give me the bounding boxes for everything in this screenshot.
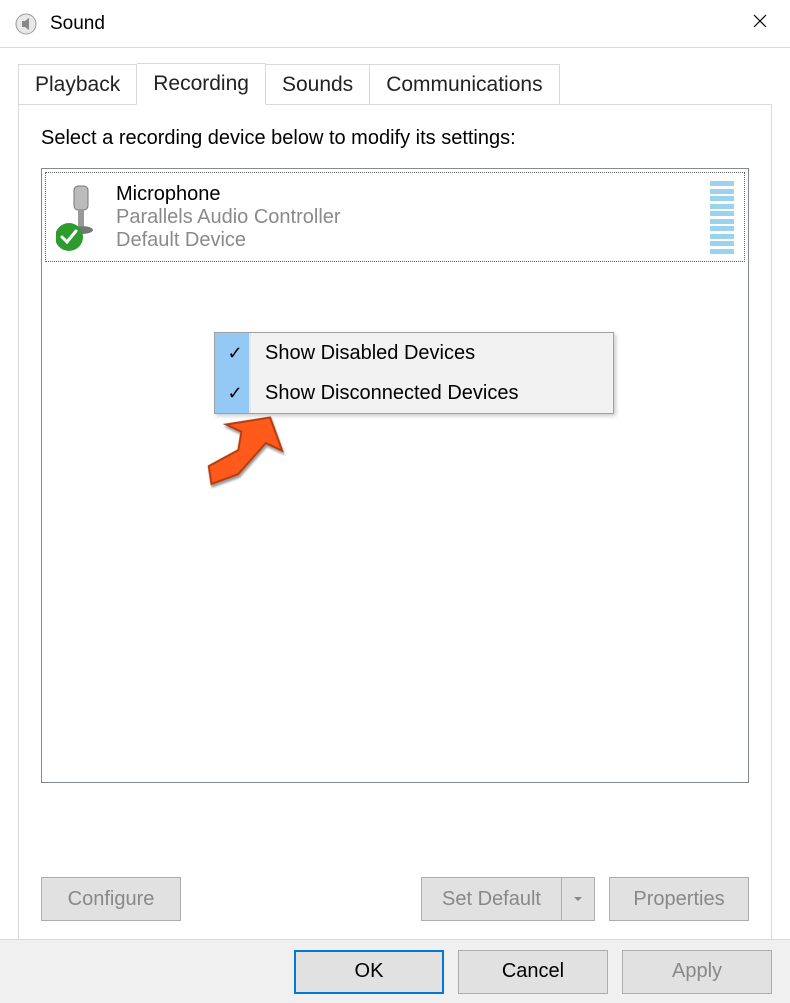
apply-button[interactable]: Apply [622, 950, 772, 994]
sound-icon [14, 12, 38, 36]
cancel-button[interactable]: Cancel [458, 950, 608, 994]
tab-recording[interactable]: Recording [137, 63, 266, 105]
tab-bar: Playback Recording Sounds Communications [0, 62, 790, 104]
arrow-annotation [197, 404, 287, 519]
check-icon: ✓ [227, 343, 242, 364]
device-list[interactable]: Microphone Parallels Audio Controller De… [41, 168, 749, 783]
panel-buttons: Configure Set Default Properties [41, 877, 749, 921]
microphone-icon [56, 182, 108, 252]
menu-label: Show Disabled Devices [255, 342, 475, 365]
titlebar: Sound [0, 0, 790, 48]
device-status: Default Device [116, 229, 700, 252]
set-default-dropdown[interactable] [561, 877, 595, 921]
window-title: Sound [50, 13, 105, 35]
device-controller: Parallels Audio Controller [116, 206, 700, 229]
tab-playback[interactable]: Playback [18, 64, 137, 105]
context-menu: ✓ Show Disabled Devices ✓ Show Disconnec… [214, 332, 614, 414]
set-default-split: Set Default [421, 877, 595, 921]
set-default-button[interactable]: Set Default [421, 877, 561, 921]
check-gutter: ✓ [215, 333, 255, 373]
device-name: Microphone [116, 183, 700, 206]
check-gutter: ✓ [215, 373, 255, 413]
recording-panel: Select a recording device below to modif… [18, 104, 772, 940]
device-text: Microphone Parallels Audio Controller De… [116, 183, 700, 252]
device-item-microphone[interactable]: Microphone Parallels Audio Controller De… [45, 172, 745, 262]
ok-button[interactable]: OK [294, 950, 444, 994]
menu-label: Show Disconnected Devices [255, 382, 518, 405]
menu-show-disabled[interactable]: ✓ Show Disabled Devices [215, 333, 613, 373]
tab-sounds[interactable]: Sounds [266, 64, 370, 105]
tab-communications[interactable]: Communications [370, 64, 559, 105]
dialog-button-bar: OK Cancel Apply [0, 939, 790, 1003]
configure-button[interactable]: Configure [41, 877, 181, 921]
menu-show-disconnected[interactable]: ✓ Show Disconnected Devices [215, 373, 613, 413]
check-icon: ✓ [227, 383, 242, 404]
level-meter [710, 181, 734, 253]
instruction-text: Select a recording device below to modif… [41, 127, 749, 150]
close-button[interactable] [740, 12, 780, 35]
properties-button[interactable]: Properties [609, 877, 749, 921]
